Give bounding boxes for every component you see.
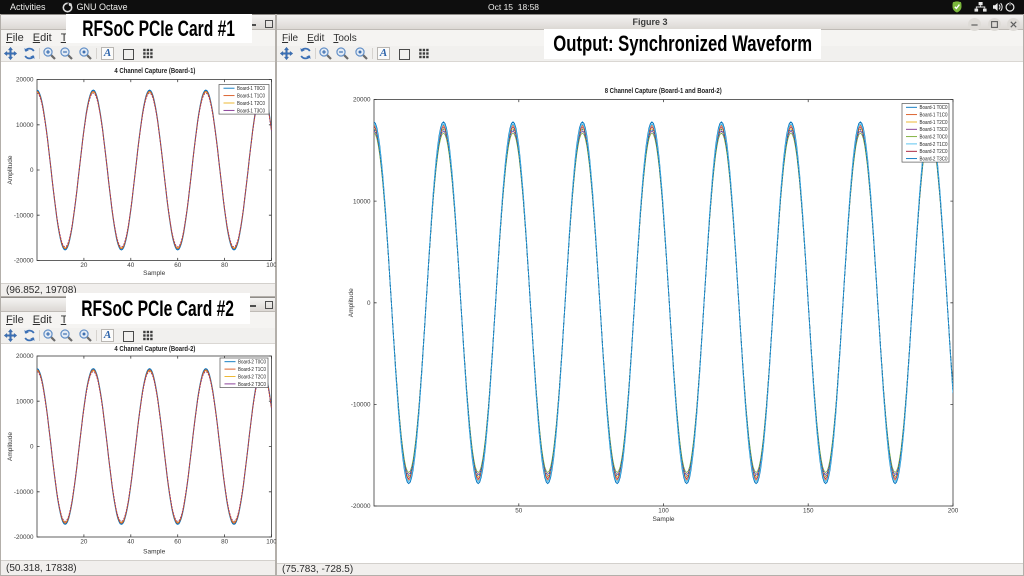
svg-text:-20000: -20000 [14,534,34,541]
svg-text:20000: 20000 [16,77,34,84]
svg-text:50: 50 [515,508,523,515]
svg-text:20: 20 [80,539,88,546]
svg-text:-10000: -10000 [14,489,34,496]
svg-text:-20000: -20000 [14,258,34,265]
svg-text:-10000: -10000 [14,212,34,219]
svg-text:Board-2 T0C0: Board-2 T0C0 [920,135,948,141]
svg-text:Board-2 T1C0: Board-2 T1C0 [238,367,266,373]
svg-text:0: 0 [367,300,371,307]
svg-text:Board-2 T0C0: Board-2 T0C0 [238,360,266,366]
svg-text:60: 60 [174,539,182,546]
svg-text:Board-2 T2C0: Board-2 T2C0 [238,374,266,380]
svg-text:4 Channel Capture (Board-1): 4 Channel Capture (Board-1) [114,66,195,75]
svg-text:Board-1 T0C0: Board-1 T0C0 [237,86,265,92]
svg-text:Board-1 T2C0: Board-1 T2C0 [920,120,948,126]
svg-text:40: 40 [127,262,135,269]
svg-text:40: 40 [127,539,135,546]
svg-text:Board-1 T1C0: Board-1 T1C0 [237,94,265,100]
svg-text:80: 80 [221,262,229,269]
svg-text:Sample: Sample [143,270,165,277]
svg-text:4 Channel Capture (Board-2): 4 Channel Capture (Board-2) [114,344,195,353]
svg-text:Amplitude: Amplitude [348,288,355,317]
svg-text:Sample: Sample [652,516,674,523]
svg-text:0: 0 [30,167,34,174]
svg-text:20000: 20000 [353,97,371,104]
svg-text:-20000: -20000 [351,503,371,510]
svg-text:20: 20 [80,262,88,269]
svg-text:Board-1 T3C0: Board-1 T3C0 [920,127,948,133]
svg-text:Board-1 T2C0: Board-1 T2C0 [237,101,265,107]
svg-text:100: 100 [658,508,669,515]
svg-text:10000: 10000 [353,198,371,205]
svg-text:150: 150 [803,508,814,515]
svg-text:Amplitude: Amplitude [7,432,14,461]
svg-text:8 Channel Capture (Board-1 and: 8 Channel Capture (Board-1 and Board-2) [605,86,722,95]
svg-text:20000: 20000 [16,353,34,360]
svg-text:10000: 10000 [16,122,34,129]
svg-text:10000: 10000 [16,399,34,406]
svg-text:Board-2 T2C0: Board-2 T2C0 [920,149,948,155]
svg-text:Board-2 T3C0: Board-2 T3C0 [238,382,266,388]
svg-text:0: 0 [30,444,34,451]
svg-text:Amplitude: Amplitude [7,155,14,184]
svg-text:Board-1 T0C0: Board-1 T0C0 [920,105,948,111]
svg-text:-10000: -10000 [351,402,371,409]
svg-text:60: 60 [174,262,182,269]
svg-text:200: 200 [948,508,959,515]
svg-text:Board-2 T3C0: Board-2 T3C0 [920,157,948,163]
svg-text:Sample: Sample [143,549,165,556]
svg-text:80: 80 [221,539,229,546]
svg-text:Board-1 T3C0: Board-1 T3C0 [237,108,265,114]
svg-text:Board-2 T1C0: Board-2 T1C0 [920,142,948,148]
svg-text:Board-1 T1C0: Board-1 T1C0 [920,113,948,119]
